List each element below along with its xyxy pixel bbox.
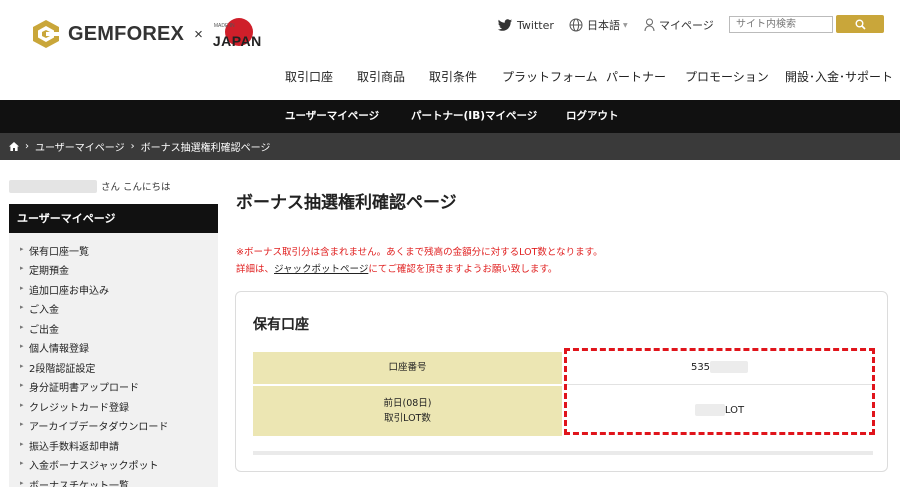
sidebar-menu: ▸ 保有口座一覧 ▸ 定期預金 ▸ 追加口座お申込み ▸ ご入金 ▸ ご出金 ▸ 個人情報登… [9, 233, 218, 487]
user-nav-bar: ユーザーマイページ パートナー(IB)マイページ ログアウト [0, 100, 900, 133]
bullet-icon: ▸ [20, 245, 24, 253]
twitter-icon [497, 18, 513, 31]
home-icon[interactable] [9, 142, 19, 151]
bullet-icon: ▸ [20, 342, 24, 350]
redacted-username [9, 179, 97, 193]
details-notice-suffix: にてご確認を頂きますようお願い致します。 [368, 264, 558, 275]
brand-logo[interactable]: GEMFOREX × MADE IN JAPAN [30, 18, 261, 50]
language-label: 日本語 [587, 19, 620, 32]
nav-accounts[interactable]: 取引口座 [285, 68, 333, 88]
twitter-link[interactable]: Twitter [497, 14, 554, 36]
sidebar-item-withdraw[interactable]: ▸ ご出金 [9, 319, 218, 338]
bullet-icon: ▸ [20, 459, 24, 467]
sidebar-item-jackpot[interactable]: ▸ 入金ボーナスジャックポット [9, 455, 218, 474]
twitter-label: Twitter [517, 18, 554, 32]
card-scroll-track [253, 451, 873, 455]
sidebar-item-bonus-tickets[interactable]: ▸ ボーナスチケット一覧 [9, 475, 218, 487]
bullet-icon: ▸ [20, 420, 24, 428]
user-greeting: さん こんにちは [9, 179, 171, 193]
breadcrumb: › ユーザーマイページ › ボーナス抽選権利確認ページ [0, 133, 900, 160]
breadcrumb-separator: › [25, 141, 29, 152]
bullet-icon: ▸ [20, 284, 24, 292]
bullet-icon: ▸ [20, 362, 24, 370]
greeting-text: さん こんにちは [101, 182, 171, 193]
sidebar-item-accounts[interactable]: ▸ 保有口座一覧 [9, 241, 218, 260]
sidebar-item-deposit-term[interactable]: ▸ 定期預金 [9, 260, 218, 279]
made-in-text: MADE IN [213, 23, 235, 29]
sidebar-item-id-upload[interactable]: ▸ 身分証明書アップロード [9, 377, 218, 396]
trading-lot-label-text: 取引LOT数 [384, 413, 431, 424]
bullet-icon: ▸ [20, 440, 24, 448]
sidebar-item-archive[interactable]: ▸ アーカイブデータダウンロード [9, 416, 218, 435]
user-mypage-link[interactable]: ユーザーマイページ [285, 100, 379, 133]
nav-promotion[interactable]: プロモーション [685, 68, 769, 88]
language-selector[interactable]: 日本語 ▼ [569, 14, 628, 36]
nav-products[interactable]: 取引商品 [357, 68, 405, 88]
page-title: ボーナス抽選権利確認ページ [236, 193, 457, 213]
nav-support[interactable]: 開設･入金･サポート [785, 68, 893, 88]
highlight-annotation-box [564, 348, 875, 435]
breadcrumb-separator: › [130, 141, 135, 152]
trading-lot-label-date: 前日(08日) [383, 398, 432, 409]
globe-icon [569, 18, 583, 32]
nav-platform[interactable]: プラットフォーム [502, 68, 598, 88]
nav-conditions[interactable]: 取引条件 [429, 68, 477, 88]
nav-partner[interactable]: パートナー [606, 68, 666, 88]
breadcrumb-item-current: ボーナス抽選権利確認ページ [140, 143, 271, 154]
trading-lot-label: 前日(08日) 取引LOT数 [253, 386, 562, 436]
account-number-label: 口座番号 [253, 352, 562, 384]
site-header: GEMFOREX × MADE IN JAPAN Twitter 日本語 ▼ マ… [0, 0, 900, 100]
sidebar-item-fee-refund[interactable]: ▸ 振込手数料返却申請 [9, 436, 218, 455]
japan-text: JAPAN [212, 33, 262, 49]
sidebar-item-add-account[interactable]: ▸ 追加口座お申込み [9, 280, 218, 299]
brand-separator: × [194, 25, 203, 43]
mypage-label: マイページ [659, 19, 714, 32]
site-search-input[interactable]: サイト内検索 [729, 16, 833, 33]
sidebar-heading: ユーザーマイページ [9, 204, 218, 233]
bullet-icon: ▸ [20, 381, 24, 389]
made-in-japan-mark: MADE IN JAPAN [213, 18, 261, 50]
search-button[interactable] [836, 15, 884, 33]
sidebar-item-profile[interactable]: ▸ 個人情報登録 [9, 338, 218, 357]
breadcrumb-item-mypage[interactable]: ユーザーマイページ [35, 139, 125, 154]
search-icon [855, 19, 866, 30]
chevron-down-icon: ▼ [623, 21, 628, 29]
jackpot-page-link[interactable]: ジャックポットページ [274, 264, 368, 275]
sidebar-item-credit-card[interactable]: ▸ クレジットカード登録 [9, 397, 218, 416]
gemforex-logo-icon [33, 20, 59, 48]
details-notice: 詳細は、ジャックポットページにてご確認を頂きますようお願い致します。 [236, 261, 557, 275]
brand-name: GEMFOREX [68, 22, 185, 45]
mypage-link[interactable]: マイページ [644, 14, 714, 36]
details-notice-prefix: 詳細は、 [236, 264, 275, 275]
sidebar-item-2fa[interactable]: ▸ 2段階認証設定 [9, 358, 218, 377]
user-icon [644, 18, 655, 32]
card-title: 保有口座 [253, 317, 309, 333]
bullet-icon: ▸ [20, 401, 24, 409]
bullet-icon: ▸ [20, 303, 24, 311]
bullet-icon: ▸ [20, 479, 24, 487]
logout-link[interactable]: ログアウト [566, 100, 619, 133]
bullet-icon: ▸ [20, 264, 24, 272]
bullet-icon: ▸ [20, 323, 24, 331]
sidebar-item-deposit[interactable]: ▸ ご入金 [9, 299, 218, 318]
bonus-notice: ※ボーナス取引分は含まれません。あくまで残高の金額分に対するLOT数となります。 [236, 247, 603, 258]
partner-mypage-link[interactable]: パートナー(IB)マイページ [411, 100, 537, 133]
